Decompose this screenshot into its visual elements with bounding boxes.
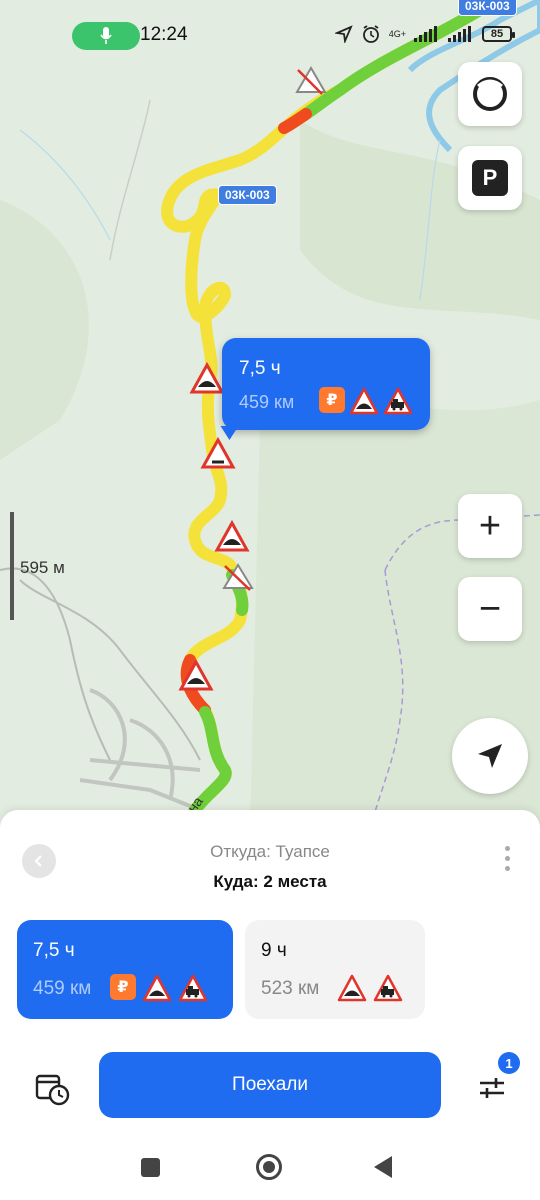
my-location-button[interactable] bbox=[452, 718, 528, 794]
alice-ring-icon bbox=[473, 77, 507, 111]
calendar-clock-icon bbox=[35, 1074, 70, 1106]
map-scale-bar bbox=[10, 512, 14, 620]
location-arrow-icon bbox=[334, 25, 353, 43]
route-option-time: 7,5 ч bbox=[33, 940, 75, 961]
route-bottom-sheet: Откуда: Туапсе Куда: 2 места 7,5 ч 459 к… bbox=[0, 810, 540, 1200]
toll-road-icon: ₽ bbox=[110, 974, 136, 1000]
toll-road-icon: ₽ bbox=[319, 387, 345, 413]
route-option-badges bbox=[337, 974, 403, 1002]
route-origin[interactable]: Откуда: Туапсе bbox=[0, 842, 540, 862]
speed-bump-icon bbox=[337, 974, 367, 1002]
route-option-time: 9 ч bbox=[261, 940, 287, 961]
signal-icon bbox=[448, 26, 471, 42]
mic-indicator[interactable] bbox=[72, 22, 140, 50]
bubble-route-time: 7,5 ч bbox=[239, 358, 281, 379]
road-number-label: 03К-003 bbox=[218, 185, 277, 205]
minus-icon: − bbox=[478, 588, 502, 630]
start-navigation-button[interactable]: Поехали bbox=[99, 1052, 441, 1118]
railway-crossing-icon bbox=[383, 387, 413, 415]
battery-icon: 85 bbox=[482, 26, 515, 42]
bubble-route-badges: ₽ bbox=[319, 387, 413, 415]
road-number-label: 03К-003 bbox=[458, 0, 517, 16]
status-icons: 4G+ 85 bbox=[334, 24, 515, 44]
speed-bump-icon bbox=[142, 974, 172, 1002]
railway-crossing-icon bbox=[373, 974, 403, 1002]
system-navigation-bar bbox=[0, 1145, 540, 1200]
signal-icon bbox=[414, 26, 437, 42]
route-option-distance: 459 км bbox=[33, 978, 92, 999]
route-destination[interactable]: Куда: 2 места bbox=[0, 872, 540, 892]
parking-icon: P bbox=[472, 160, 508, 196]
route-option-distance: 523 км bbox=[261, 978, 320, 999]
route-option-card[interactable]: 7,5 ч 459 км ₽ bbox=[17, 920, 233, 1019]
alice-button[interactable] bbox=[458, 62, 522, 126]
route-option-badges: ₽ bbox=[110, 974, 208, 1002]
clock: 12:24 bbox=[140, 24, 188, 45]
settings-count-badge: 1 bbox=[498, 1052, 520, 1074]
more-options-button[interactable] bbox=[505, 846, 510, 871]
bubble-route-distance: 459 км bbox=[239, 392, 295, 412]
network-type: 4G+ bbox=[388, 29, 406, 39]
map-scale-label: 595 м bbox=[20, 558, 65, 577]
alarm-icon bbox=[362, 25, 379, 43]
route-option-card[interactable]: 9 ч 523 км bbox=[245, 920, 425, 1019]
mic-icon bbox=[100, 27, 112, 44]
navigation-arrow-icon bbox=[478, 744, 502, 768]
railway-crossing-icon bbox=[178, 974, 208, 1002]
map-view[interactable]: на 12:24 4G+ 85 03К-003 03К-003 P + − 59… bbox=[0, 0, 540, 830]
home-button[interactable] bbox=[256, 1154, 282, 1180]
route-info-bubble[interactable]: 7,5 ч 459 км ₽ bbox=[222, 338, 430, 430]
parking-button[interactable]: P bbox=[458, 146, 522, 210]
more-dots-icon bbox=[505, 846, 510, 851]
zoom-in-button[interactable]: + bbox=[458, 494, 522, 558]
recents-button[interactable] bbox=[141, 1158, 160, 1177]
plus-icon: + bbox=[478, 505, 502, 547]
zoom-out-button[interactable]: − bbox=[458, 577, 522, 641]
back-nav-button[interactable] bbox=[374, 1156, 392, 1178]
departure-time-button[interactable] bbox=[32, 1068, 72, 1108]
speed-bump-icon bbox=[349, 387, 379, 415]
